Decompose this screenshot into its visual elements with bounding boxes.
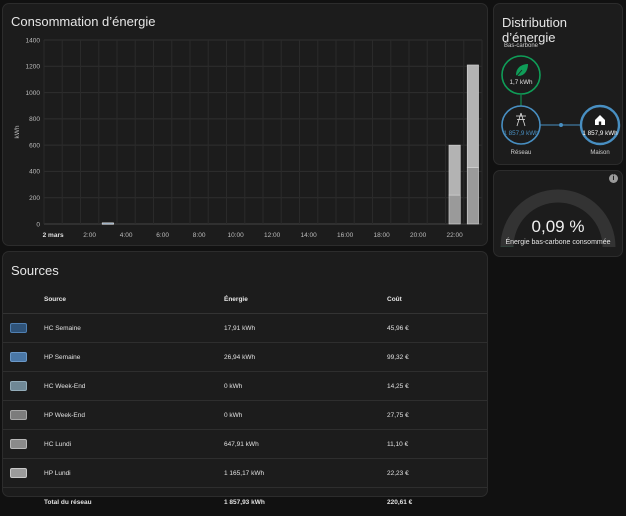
source-name: HC Semaine (43, 314, 223, 343)
x-tick-label: 6:00 (156, 232, 169, 239)
source-color-swatch (10, 352, 27, 362)
x-tick-label: 2 mars (43, 232, 64, 239)
home-value: 1 857,9 kWh (582, 130, 618, 137)
sources-title: Sources (11, 263, 59, 278)
x-tick-label: 10:00 (227, 232, 244, 239)
sources-card: Sources Source Énergie Coût HC Semaine 1… (2, 251, 488, 497)
source-cost: 22,23 € (386, 459, 487, 488)
consumption-card: Consommation d’énergie 02004006008001000… (2, 3, 488, 246)
source-energy: 26,94 kWh (223, 343, 386, 372)
bar-segment[interactable] (467, 65, 478, 168)
table-row: HC Lundi 647,91 kWh 11,10 € (3, 430, 487, 459)
grid-node[interactable] (502, 106, 540, 144)
low-carbon-label: Bas-carbone (504, 43, 539, 49)
gauge-value: 0,09 % (494, 217, 622, 237)
x-tick-label: 8:00 (193, 232, 206, 239)
y-tick-label: 0 (36, 221, 40, 228)
table-row: HC Week-End 0 kWh 14,25 € (3, 372, 487, 401)
home-icon (595, 115, 605, 125)
source-name: HP Week-End (43, 401, 223, 430)
low-carbon-value: 1,7 kWh (509, 79, 533, 86)
source-energy: 1 165,17 kWh (223, 459, 386, 488)
column-header-source: Source (43, 285, 223, 314)
y-tick-label: 400 (29, 169, 40, 176)
distribution-card: Distribution d’énergie Bas-carbone 1,7 k… (493, 3, 623, 165)
y-axis-title: kWh (14, 125, 21, 138)
source-energy: 17,91 kWh (223, 314, 386, 343)
x-tick-label: 16:00 (337, 232, 354, 239)
y-tick-label: 800 (29, 116, 40, 123)
grid-label: Réseau (511, 150, 532, 156)
table-row: HP Week-End 0 kWh 27,75 € (3, 401, 487, 430)
energy-flow-diagram: Bas-carbone 1,7 kWh 1 857,9 kWh Réseau 1… (494, 4, 624, 166)
bar-segment[interactable] (467, 167, 478, 224)
column-header-cost: Coût (386, 285, 487, 314)
x-tick-label: 20:00 (410, 232, 427, 239)
y-tick-label: 1400 (26, 37, 41, 44)
flow-dot (559, 123, 563, 127)
x-tick-label: 12:00 (264, 232, 281, 239)
source-cost: 27,75 € (386, 401, 487, 430)
y-tick-label: 1200 (26, 64, 41, 71)
gauge-label: Énergie bas-carbone consommée (494, 239, 622, 246)
table-total-row: Total du réseau 1 857,93 kWh 220,61 € (3, 488, 487, 516)
table-row: HC Semaine 17,91 kWh 45,96 € (3, 314, 487, 343)
source-color-swatch (10, 381, 27, 391)
table-row: HP Lundi 1 165,17 kWh 22,23 € (3, 459, 487, 488)
source-color-swatch (10, 410, 27, 420)
low-carbon-gauge-card: i 0,09 % Énergie bas-carbone consommée (493, 170, 623, 257)
info-icon[interactable]: i (609, 174, 618, 183)
source-cost: 99,32 € (386, 343, 487, 372)
source-name: HC Lundi (43, 430, 223, 459)
x-tick-label: 2:00 (83, 232, 96, 239)
bar-segment[interactable] (102, 223, 113, 224)
source-cost: 45,96 € (386, 314, 487, 343)
source-color-swatch (10, 323, 27, 333)
source-energy: 647,91 kWh (223, 430, 386, 459)
source-color-swatch (10, 439, 27, 449)
sources-table: Source Énergie Coût HC Semaine 17,91 kWh… (3, 285, 487, 516)
source-color-swatch (10, 468, 27, 478)
total-cost: 220,61 € (386, 488, 487, 516)
grid-value: 1 857,9 kWh (503, 130, 539, 137)
leaf-icon (516, 64, 528, 77)
y-tick-label: 600 (29, 142, 40, 149)
source-cost: 11,10 € (386, 430, 487, 459)
x-tick-label: 14:00 (300, 232, 317, 239)
source-energy: 0 kWh (223, 401, 386, 430)
bar-segment[interactable] (449, 145, 460, 195)
x-tick-label: 22:00 (446, 232, 463, 239)
table-row: HP Semaine 26,94 kWh 99,32 € (3, 343, 487, 372)
total-label: Total du réseau (43, 488, 223, 516)
y-tick-label: 1000 (26, 90, 41, 97)
source-name: HP Semaine (43, 343, 223, 372)
source-energy: 0 kWh (223, 372, 386, 401)
source-cost: 14,25 € (386, 372, 487, 401)
y-tick-label: 200 (29, 195, 40, 202)
column-header-energy: Énergie (223, 285, 386, 314)
consumption-chart[interactable]: 0 200 400 600 800 1000 1200 1400 kWh 2 mars 2:00 4:… (3, 4, 489, 247)
bar-segment[interactable] (449, 195, 460, 224)
total-energy: 1 857,93 kWh (223, 488, 386, 516)
transmission-tower-icon (516, 113, 526, 126)
source-name: HC Week-End (43, 372, 223, 401)
home-label: Maison (590, 150, 609, 156)
x-tick-label: 4:00 (120, 232, 133, 239)
x-tick-label: 18:00 (373, 232, 390, 239)
source-name: HP Lundi (43, 459, 223, 488)
table-header-row: Source Énergie Coût (3, 285, 487, 314)
